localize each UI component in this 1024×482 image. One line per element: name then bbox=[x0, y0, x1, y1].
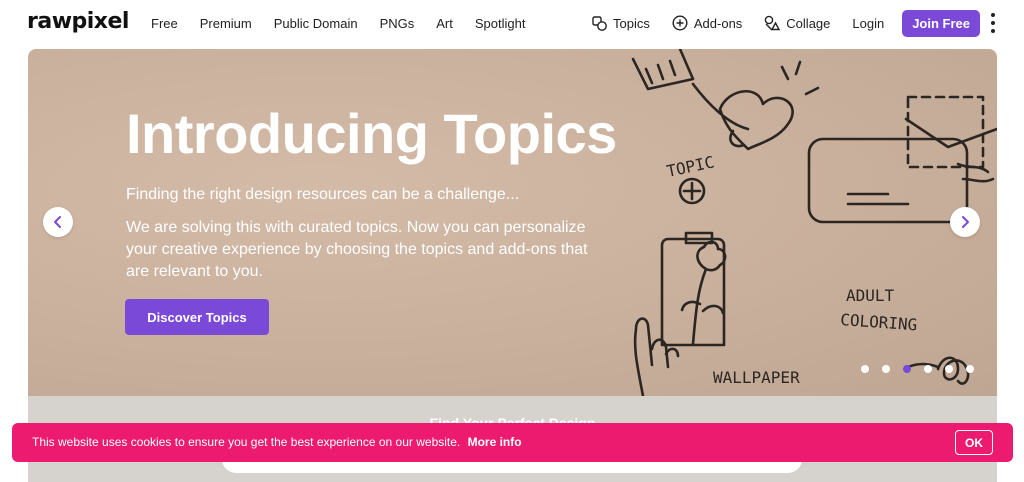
login-link[interactable]: Login bbox=[852, 16, 884, 31]
addons-label: Add-ons bbox=[693, 15, 743, 31]
carousel-dot[interactable] bbox=[945, 365, 953, 373]
hero-banner: TOPIC ADULT COLORING WALLPAPER Introduci… bbox=[28, 49, 997, 396]
nav-art[interactable]: Art bbox=[436, 16, 453, 31]
carousel-dot[interactable] bbox=[966, 365, 974, 373]
main-nav: Free Premium Public Domain PNGs Art Spot… bbox=[151, 0, 547, 46]
cookie-banner: This website uses cookies to ensure you … bbox=[12, 423, 1013, 462]
hero-title: Introducing Topics bbox=[126, 102, 617, 165]
carousel-dot[interactable] bbox=[924, 365, 932, 373]
topics-link[interactable]: Topics bbox=[592, 16, 650, 31]
nav-premium[interactable]: Premium bbox=[200, 16, 252, 31]
rawpixel-logo[interactable]: rawpixel bbox=[27, 9, 129, 34]
app-root: rawpixel Free Premium Public Domain PNGs… bbox=[0, 0, 1024, 482]
collage-label: Collage bbox=[786, 15, 831, 31]
carousel-next-button[interactable] bbox=[950, 207, 980, 237]
collage-link[interactable]: Collage bbox=[764, 15, 830, 31]
discover-topics-button[interactable]: Discover Topics bbox=[125, 299, 269, 335]
doodle-wallpaper-text: WALLPAPER bbox=[713, 368, 800, 387]
top-header: rawpixel Free Premium Public Domain PNGs… bbox=[0, 0, 1024, 46]
doodle-topic-text: TOPIC bbox=[665, 152, 716, 181]
cookie-more-info-link[interactable]: More info bbox=[468, 435, 522, 449]
chevron-left-icon bbox=[54, 216, 61, 228]
nav-pngs[interactable]: PNGs bbox=[380, 16, 415, 31]
cookie-ok-button[interactable]: OK bbox=[955, 430, 993, 455]
carousel-prev-button[interactable] bbox=[43, 207, 73, 237]
nav-spotlight[interactable]: Spotlight bbox=[475, 16, 526, 31]
nav-public-domain[interactable]: Public Domain bbox=[274, 16, 358, 31]
cookie-message: This website uses cookies to ensure you … bbox=[32, 435, 461, 449]
chevron-right-icon bbox=[962, 216, 969, 228]
join-free-button[interactable]: Join Free bbox=[902, 9, 980, 37]
hero-subtitle: Finding the right design resources can b… bbox=[126, 186, 520, 203]
hero-body: We are solving this with curated topics.… bbox=[126, 219, 588, 280]
more-menu-icon[interactable] bbox=[990, 13, 996, 33]
right-nav: Topics Add-ons Collage Login Join Free bbox=[570, 0, 996, 46]
carousel-dot[interactable] bbox=[903, 365, 911, 373]
plus-circle-icon bbox=[672, 15, 688, 31]
carousel-dots bbox=[861, 365, 987, 373]
topics-label: Topics bbox=[613, 15, 650, 31]
nav-free[interactable]: Free bbox=[151, 16, 178, 31]
topics-icon bbox=[592, 15, 607, 31]
collage-icon bbox=[764, 15, 781, 31]
doodle-coloring-text: COLORING bbox=[840, 310, 918, 334]
carousel-dot[interactable] bbox=[882, 365, 890, 373]
doodle-illustration: TOPIC ADULT COLORING WALLPAPER bbox=[631, 49, 997, 396]
cookie-message-wrap: This website uses cookies to ensure you … bbox=[32, 435, 522, 449]
addons-link[interactable]: Add-ons bbox=[672, 15, 742, 31]
doodle-adult-text: ADULT bbox=[846, 286, 895, 305]
carousel-dot[interactable] bbox=[861, 365, 869, 373]
